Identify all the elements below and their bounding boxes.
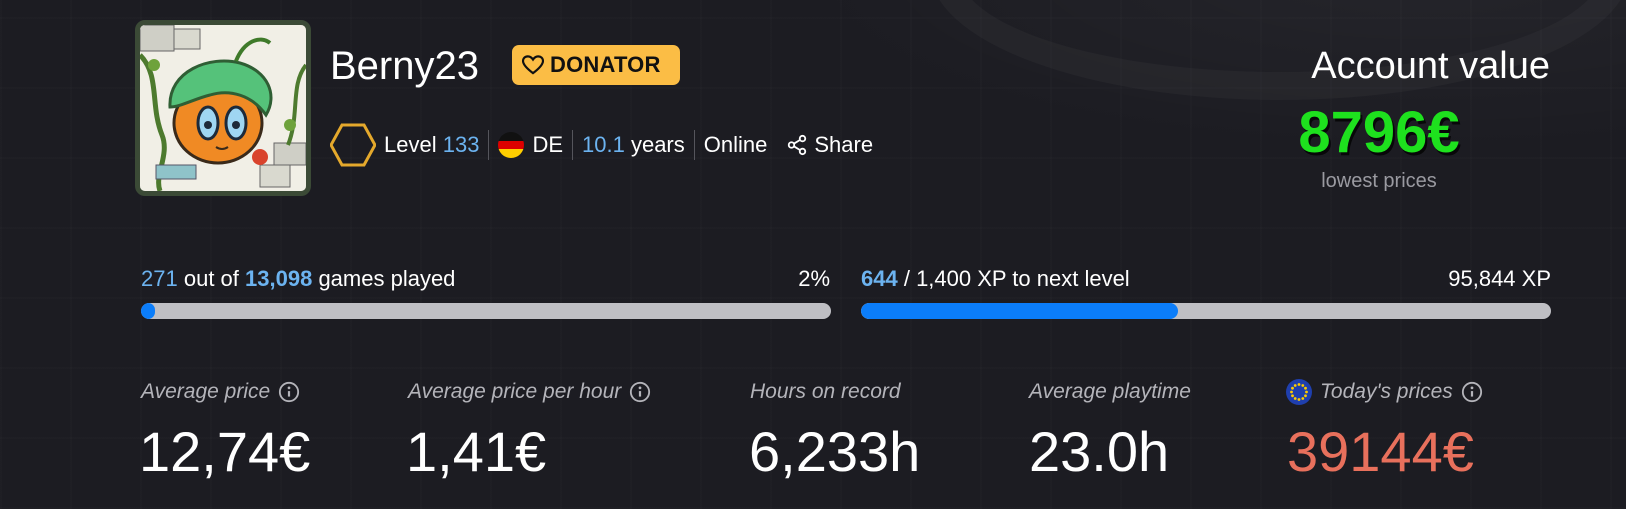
stat-todays-prices-label: Today's prices xyxy=(1286,378,1483,406)
divider xyxy=(693,130,695,160)
stat-average-playtime-label: Average playtime xyxy=(1029,378,1191,406)
games-percent: 2% xyxy=(798,266,830,291)
games-total-count: 13,098 xyxy=(245,266,313,291)
divider xyxy=(572,130,573,160)
avatar-image xyxy=(140,25,306,191)
info-icon[interactable] xyxy=(1461,381,1483,403)
xp-current: 644 xyxy=(861,266,898,291)
info-icon[interactable] xyxy=(629,381,651,403)
heart-icon xyxy=(522,55,544,75)
games-played-count: 271 xyxy=(141,266,178,291)
stat-average-price-per-hour-label: Average price per hour xyxy=(408,378,651,406)
level-value: 133 xyxy=(442,132,480,157)
stat-label-text: Average playtime xyxy=(1029,380,1191,403)
level-label: Level xyxy=(384,132,437,157)
stat-average-playtime-value: 23.0h xyxy=(1029,420,1170,483)
username: Berny23 xyxy=(330,44,479,88)
games-progress-bar xyxy=(141,303,831,319)
stat-label-text: Hours on record xyxy=(750,380,901,403)
xp-progress-label: 644 / 1,400 XP to next level xyxy=(861,264,1130,294)
account-value-note: lowest prices xyxy=(1321,170,1437,192)
stat-todays-prices-value: 39144€ xyxy=(1287,420,1474,483)
stat-label-text: Average price per hour xyxy=(408,380,622,403)
share-icon xyxy=(788,134,807,156)
country-code: DE xyxy=(532,132,563,157)
stat-average-price-per-hour-value: 1,41€ xyxy=(406,420,547,483)
games-out-of-label: out of xyxy=(183,266,239,291)
xp-total: 95,844 XP xyxy=(1448,266,1551,291)
stat-hours-on-record-label: Hours on record xyxy=(750,378,901,406)
online-status: Online xyxy=(703,132,768,157)
donator-badge[interactable]: DONATOR xyxy=(512,45,680,85)
stat-average-price-label: Average price xyxy=(141,378,300,406)
stat-hours-on-record-value: 6,233h xyxy=(749,420,921,483)
eu-flag-icon xyxy=(1286,379,1312,405)
germany-flag-icon xyxy=(498,132,525,158)
xp-progress-fill xyxy=(861,303,1179,319)
share-button[interactable]: Share xyxy=(786,132,873,158)
xp-remaining-label: / 1,400 XP to next level xyxy=(903,266,1130,291)
xp-progress-bar xyxy=(861,303,1551,319)
info-icon[interactable] xyxy=(278,381,300,403)
account-age-label: years xyxy=(630,132,685,157)
stat-label-text: Today's prices xyxy=(1320,380,1453,403)
hexagon-icon xyxy=(330,123,376,167)
games-progress-label: 271 out of 13,098 games played xyxy=(141,264,455,294)
donator-badge-label: DONATOR xyxy=(550,52,661,77)
share-label: Share xyxy=(814,132,874,157)
account-age-value: 10.1 xyxy=(582,132,625,157)
account-value: 8796€ xyxy=(1298,100,1460,165)
divider xyxy=(488,130,490,160)
profile-meta: Level 133 DE 10.1 years Online Share xyxy=(330,122,873,168)
avatar[interactable] xyxy=(135,20,311,196)
stat-label-text: Average price xyxy=(141,380,271,403)
games-progress-fill xyxy=(141,303,156,319)
games-played-suffix: games played xyxy=(318,266,456,291)
account-value-label: Account value xyxy=(1311,45,1550,87)
stat-average-price-value: 12,74€ xyxy=(139,420,311,483)
